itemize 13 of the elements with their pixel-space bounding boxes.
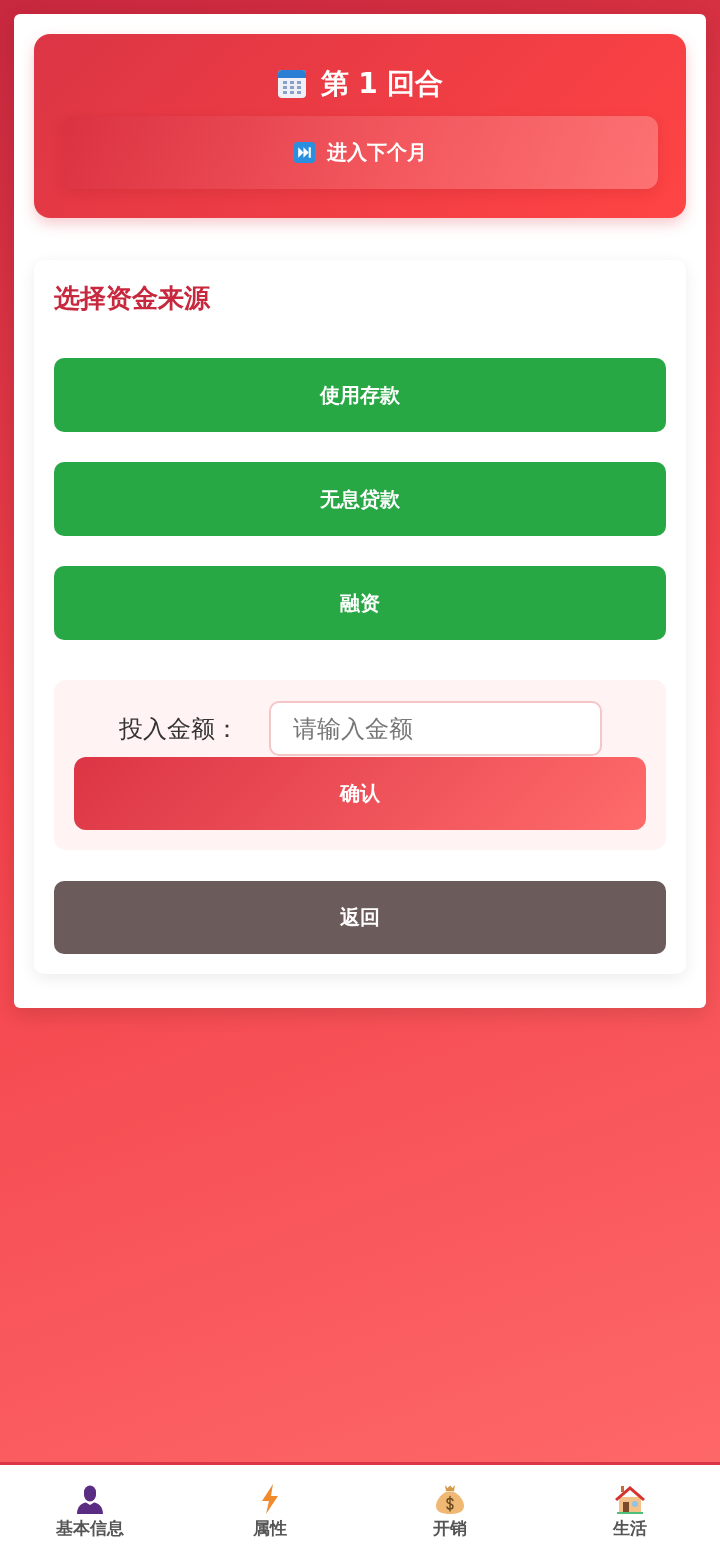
confirm-button[interactable]: 确认: [74, 757, 646, 830]
round-title: 第 1 回合: [320, 66, 444, 102]
nav-item[interactable]: 生活: [540, 1465, 720, 1561]
nav-item[interactable]: 属性: [180, 1465, 360, 1561]
fast-forward-icon: [293, 142, 315, 163]
amount-input-field[interactable]: 请输入金额: [268, 701, 602, 756]
funding-title: 选择资金来源: [54, 282, 211, 314]
next-month-button[interactable]: 进入下个月: [62, 116, 658, 189]
nav-item[interactable]: 开销: [360, 1465, 540, 1561]
nav-item[interactable]: 基本信息: [0, 1465, 180, 1561]
calendar-icon: [276, 69, 307, 99]
amount-label: 投入金额：: [118, 713, 239, 745]
back-button[interactable]: 返回: [54, 881, 666, 954]
